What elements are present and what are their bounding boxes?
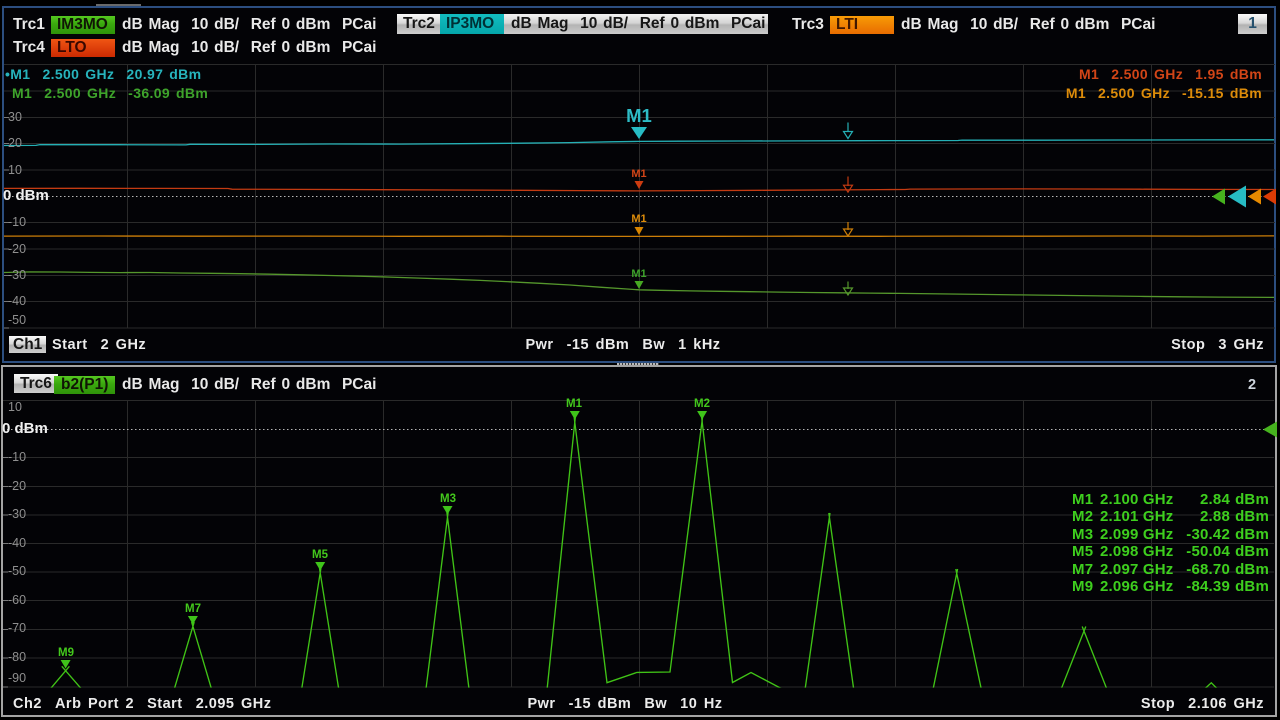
svg-text:M1: M1	[631, 168, 646, 180]
svg-text:M2: M2	[694, 398, 710, 410]
svg-text:M5: M5	[312, 549, 329, 561]
svg-text:M9: M9	[58, 647, 74, 659]
svg-text:M1: M1	[566, 398, 583, 410]
svg-text:M1: M1	[626, 105, 652, 126]
svg-text:M7: M7	[185, 603, 201, 615]
svg-text:M1: M1	[631, 213, 646, 225]
svg-text:M1: M1	[631, 268, 646, 280]
svg-text:M3: M3	[440, 493, 456, 505]
